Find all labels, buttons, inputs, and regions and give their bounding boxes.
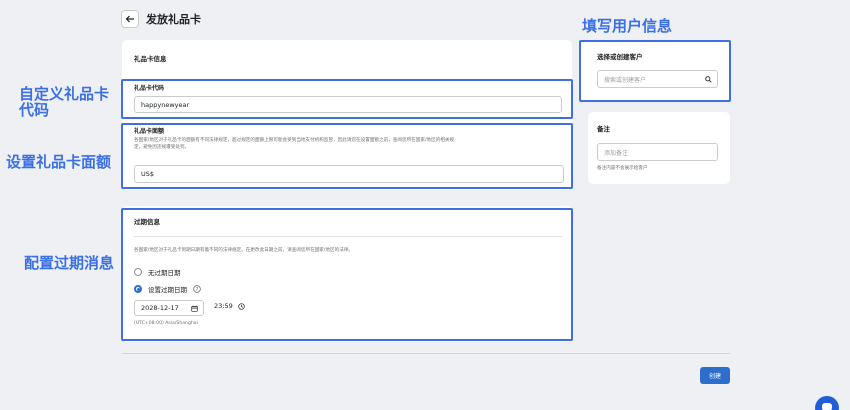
- radio-set[interactable]: [134, 285, 142, 293]
- back-button[interactable]: [121, 10, 139, 28]
- expiry-option-none[interactable]: 无过期日期: [134, 267, 181, 277]
- expiry-time-value: 23:59: [214, 302, 233, 310]
- footer-divider: [122, 353, 730, 354]
- expiry-option-none-label: 无过期日期: [148, 269, 181, 277]
- gift-card-section-title: 礼品卡信息: [134, 55, 167, 63]
- calendar-icon: [191, 305, 198, 312]
- gift-card-amount-input[interactable]: US$: [134, 165, 564, 183]
- expiry-option-set[interactable]: 设置过期日期 ?: [134, 284, 201, 294]
- annotation-custom-code: 自定义礼品卡 代码: [19, 86, 109, 118]
- expiry-desc: 各国家/地区对于礼品卡到期日期有着不同的法律规定。在更改此日期之前，请查阅您所在…: [134, 248, 354, 253]
- search-icon: [705, 75, 712, 83]
- page-title: 发放礼品卡: [146, 13, 201, 26]
- create-button[interactable]: 创建: [700, 367, 730, 384]
- gift-card-code-input[interactable]: happynewyear: [134, 96, 562, 113]
- gift-card-amount-desc-line1: 各国家/地区对于礼品卡的面额有不同法律规定，超过规定的面额上限可能会受到当地支付…: [134, 138, 455, 143]
- expiry-section-title: 过期信息: [134, 218, 160, 226]
- annotation-custom-code-line2: 代码: [19, 101, 50, 119]
- customer-card: 选择或创建客户 搜索或创建客户: [580, 40, 730, 102]
- annotation-user-info: 填写用户信息: [582, 17, 673, 35]
- gift-card-amount-desc: 各国家/地区对于礼品卡的面额有不同法律规定，超过规定的面额上限可能会受到当地支付…: [134, 137, 564, 151]
- note-card: 备注 添加备注 备注内容不会展示给客户: [588, 112, 730, 184]
- expiry-date-input[interactable]: 2028-12-17: [134, 300, 204, 316]
- expiry-divider: [134, 236, 562, 237]
- gift-card-amount-desc-line2: 定，避免因违规遭受处罚。: [134, 145, 190, 150]
- note-input[interactable]: 添加备注: [597, 143, 718, 161]
- arrow-left-icon: [125, 15, 134, 23]
- annotation-expiry: 配置过期消息: [24, 254, 115, 272]
- note-hint: 备注内容不会展示给客户: [597, 166, 648, 171]
- chat-support-icon[interactable]: [815, 396, 839, 410]
- note-title: 备注: [597, 125, 610, 133]
- annotation-custom-code-line1: 自定义礼品卡: [19, 85, 110, 103]
- expiry-option-set-label: 设置过期日期: [148, 286, 187, 294]
- expiry-info-card: 过期信息 各国家/地区对于礼品卡到期日期有着不同的法律规定。在更改此日期之前，请…: [122, 206, 572, 342]
- gift-card-code-label: 礼品卡代码: [134, 85, 165, 92]
- customer-title: 选择或创建客户: [597, 53, 643, 61]
- expiry-timezone: (UTC+08:00) Asia/Shanghai: [134, 321, 198, 326]
- clock-icon: [238, 302, 245, 310]
- annotation-face-value: 设置礼品卡面额: [6, 153, 112, 171]
- radio-none[interactable]: [134, 268, 142, 276]
- expiry-date-value: 2028-12-17: [141, 304, 179, 312]
- gift-card-info-card: 礼品卡信息 礼品卡代码 happynewyear 礼品卡面额 各国家/地区对于礼…: [122, 40, 572, 190]
- expiry-time-input[interactable]: 23:59: [214, 302, 245, 310]
- customer-search-placeholder: 搜索或创建客户: [604, 76, 647, 84]
- customer-search-input[interactable]: 搜索或创建客户: [597, 70, 718, 88]
- gift-card-amount-label: 礼品卡面额: [134, 128, 165, 135]
- help-icon[interactable]: ?: [193, 285, 201, 293]
